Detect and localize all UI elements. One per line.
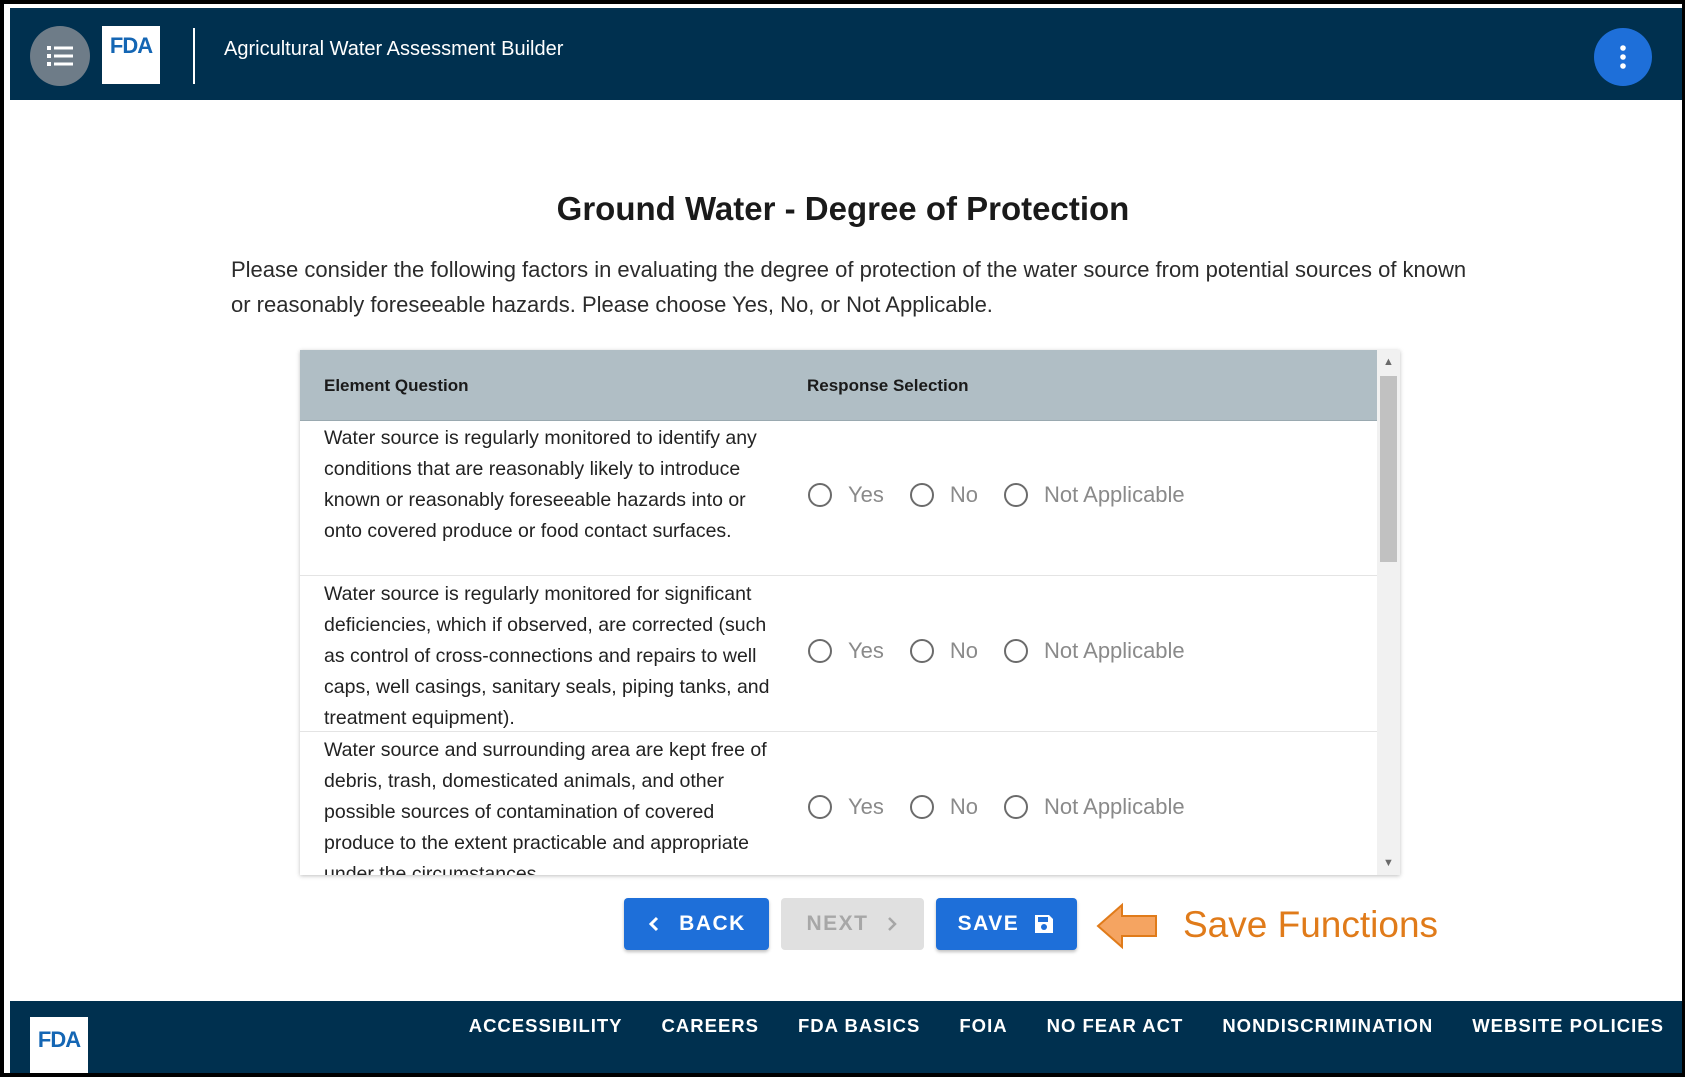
- radio-circle-icon: [808, 483, 832, 507]
- table-row: Water source is regularly monitored for …: [300, 576, 1377, 732]
- assessment-table: Element Question Response Selection Wate…: [300, 350, 1400, 875]
- radio-no[interactable]: No: [909, 638, 979, 664]
- radio-circle-icon: [1004, 483, 1029, 507]
- fda-logo-text: FDA: [109, 33, 153, 58]
- radio-circle-icon: [808, 795, 832, 819]
- radio-no[interactable]: No: [909, 482, 979, 508]
- footer-link-foia[interactable]: FOIA: [959, 1015, 1007, 1037]
- radio-circle-icon: [808, 639, 832, 663]
- response-group: Yes No Not Applicable: [808, 794, 1211, 820]
- element-question: Water source is regularly monitored to i…: [324, 427, 757, 542]
- response-group: Yes No Not Applicable: [808, 638, 1211, 664]
- table-body[interactable]: Water source is regularly monitored to i…: [300, 420, 1377, 875]
- footer-link-nondiscrimination[interactable]: NONDISCRIMINATION: [1222, 1015, 1433, 1037]
- radio-not-applicable[interactable]: Not Applicable: [1004, 794, 1185, 820]
- next-button[interactable]: NEXT: [781, 898, 924, 950]
- radio-yes[interactable]: Yes: [808, 638, 884, 664]
- element-question: Water source and surrounding area are ke…: [324, 739, 767, 875]
- radio-not-applicable[interactable]: Not Applicable: [1004, 638, 1185, 664]
- app-window: FDA Agricultural Water Assessment Builde…: [0, 0, 1685, 1077]
- footer: FDA ACCESSIBILITY CAREERS FDA BASICS FOI…: [10, 1001, 1682, 1073]
- footer-links: ACCESSIBILITY CAREERS FDA BASICS FOIA NO…: [430, 1015, 1664, 1037]
- save-button[interactable]: SAVE: [936, 898, 1077, 950]
- intro-text: Please consider the following factors in…: [231, 257, 1467, 317]
- radio-label: No: [949, 794, 979, 819]
- radio-circle-icon: [1004, 795, 1029, 819]
- response-group: Yes No Not Applicable: [808, 482, 1211, 508]
- scrollbar-thumb[interactable]: [1380, 376, 1397, 562]
- radio-label: Not Applicable: [1044, 794, 1185, 819]
- next-button-label: NEXT: [806, 912, 869, 935]
- chevron-left-icon: [649, 916, 659, 932]
- floppy-disk-icon: [1035, 915, 1054, 933]
- scroll-up-arrow-icon[interactable]: ▲: [1377, 352, 1400, 372]
- footer-fda-logo[interactable]: FDA: [30, 1017, 88, 1073]
- table-header: Element Question Response Selection: [300, 350, 1377, 421]
- table-row: Water source is regularly monitored to i…: [300, 420, 1377, 576]
- footer-logo-text: FDA: [37, 1027, 81, 1052]
- save-functions-callout: Save Functions: [1183, 904, 1439, 945]
- top-app-bar: FDA Agricultural Water Assessment Builde…: [10, 8, 1682, 100]
- radio-no[interactable]: No: [909, 794, 979, 820]
- radio-label: No: [949, 482, 979, 507]
- footer-link-no-fear-act[interactable]: NO FEAR ACT: [1047, 1015, 1184, 1037]
- radio-label: Yes: [848, 482, 884, 507]
- page-title: Ground Water - Degree of Protection: [556, 190, 1130, 227]
- radio-yes[interactable]: Yes: [808, 794, 884, 820]
- back-button-label: BACK: [679, 912, 746, 935]
- radio-not-applicable[interactable]: Not Applicable: [1004, 482, 1185, 508]
- radio-circle-icon: [909, 639, 934, 663]
- radio-label: Yes: [848, 638, 884, 663]
- radio-label: No: [949, 638, 979, 663]
- column-header-question: Element Question: [324, 376, 469, 395]
- more-vertical-icon: [1620, 45, 1626, 69]
- footer-link-website-policies[interactable]: WEBSITE POLICIES: [1472, 1015, 1664, 1037]
- footer-link-accessibility[interactable]: ACCESSIBILITY: [469, 1015, 623, 1037]
- callout-arrow-icon: [1096, 902, 1157, 950]
- header-divider: [193, 28, 195, 84]
- menu-button[interactable]: [30, 26, 90, 86]
- column-header-response: Response Selection: [807, 376, 969, 395]
- radio-circle-icon: [909, 483, 934, 507]
- table-row: Water source and surrounding area are ke…: [300, 732, 1377, 875]
- save-button-label: SAVE: [957, 912, 1020, 935]
- radio-circle-icon: [909, 795, 934, 819]
- footer-link-careers[interactable]: CAREERS: [662, 1015, 759, 1037]
- radio-circle-icon: [1004, 639, 1029, 663]
- more-options-button[interactable]: [1594, 28, 1652, 86]
- radio-label: Not Applicable: [1044, 482, 1185, 507]
- radio-label: Not Applicable: [1044, 638, 1185, 663]
- table-scrollbar[interactable]: ▲ ▼: [1377, 350, 1400, 875]
- element-question: Water source is regularly monitored for …: [324, 583, 770, 729]
- list-menu-icon: [47, 46, 73, 66]
- back-button[interactable]: BACK: [624, 898, 769, 950]
- footer-link-fda-basics[interactable]: FDA BASICS: [798, 1015, 920, 1037]
- fda-logo[interactable]: FDA: [102, 26, 160, 84]
- chevron-right-icon: [887, 917, 897, 931]
- app-title: Agricultural Water Assessment Builder: [224, 38, 564, 60]
- radio-label: Yes: [848, 794, 884, 819]
- radio-yes[interactable]: Yes: [808, 482, 884, 508]
- scroll-down-arrow-icon[interactable]: ▼: [1377, 853, 1400, 873]
